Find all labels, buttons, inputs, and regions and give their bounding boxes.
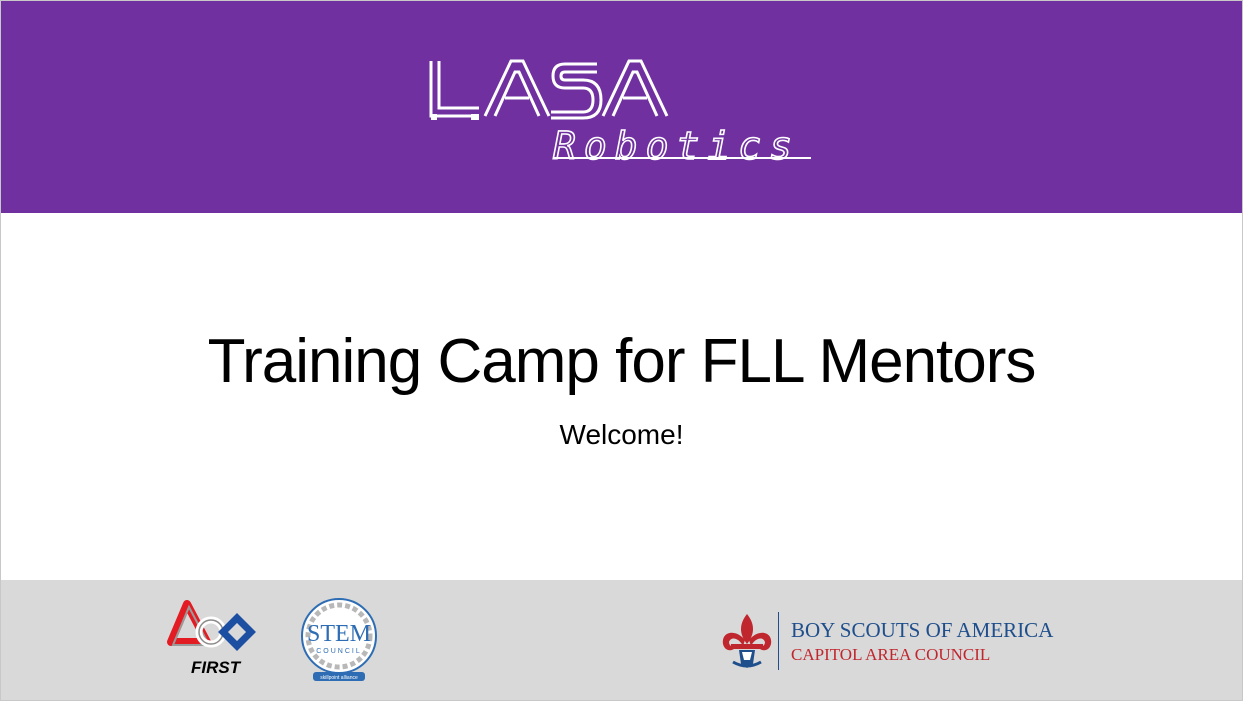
bsa-org-name: BOY SCOUTS OF AMERICA: [791, 618, 1054, 642]
bsa-divider: [778, 612, 779, 670]
fleur-de-lis-icon: [722, 614, 772, 668]
stem-tagline-text: skillpoint alliance: [320, 675, 358, 681]
logo-robotics-text: Robotics: [553, 124, 800, 166]
first-wordmark: FIRST: [191, 658, 241, 677]
lasa-robotics-logo: Robotics: [427, 56, 817, 166]
slide-subtitle: Welcome!: [559, 419, 684, 450]
bsa-logo: BOY SCOUTS OF AMERICA CAPITOL AREA COUNC…: [719, 610, 1079, 674]
footer-band: FIRST STEM COUNCIL skillpoint alliance B…: [1, 580, 1242, 700]
slide: Robotics Training Camp for FLL Mentors W…: [0, 0, 1243, 701]
first-logo-icon: FIRST: [167, 600, 257, 680]
stem-sub-text: COUNCIL: [316, 648, 362, 655]
stem-main-text: STEM: [307, 621, 371, 647]
stem-council-logo-icon: STEM COUNCIL skillpoint alliance: [299, 596, 379, 684]
header-banner: Robotics: [1, 1, 1242, 213]
bsa-council-name: CAPITOL AREA COUNCIL: [791, 645, 991, 664]
slide-title: Training Camp for FLL Mentors: [207, 327, 1037, 396]
